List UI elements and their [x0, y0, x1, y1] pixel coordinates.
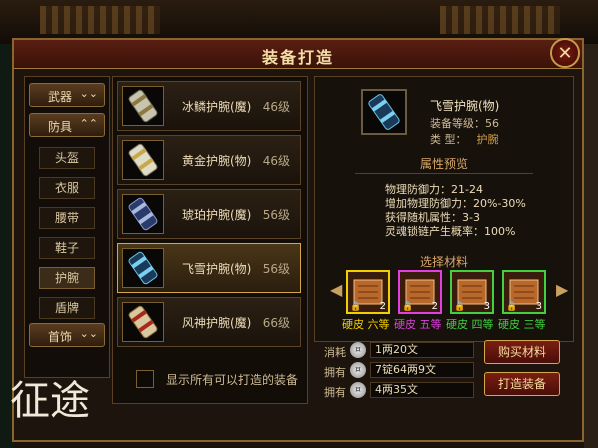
item-name: 飞雪护腕(物) [182, 262, 252, 276]
category-label: 武器 [48, 90, 73, 104]
material-label: 硬皮 五等 [394, 318, 442, 331]
subcategory-shoes[interactable]: 鞋子 [39, 237, 95, 259]
item-level: 46级 [262, 154, 290, 168]
subcategory-shield[interactable]: 盾牌 [39, 297, 95, 319]
chevron-down-icon: ⌄⌄ [79, 327, 98, 340]
category-accessory-button[interactable]: 首饰 ⌄⌄ [29, 323, 105, 347]
window-title: 装备打造 [261, 48, 334, 67]
owned-key: 拥有 [324, 386, 346, 399]
cost-value: 1两20文 [370, 342, 474, 358]
lock-icon: 🔒 [350, 302, 362, 312]
lock-icon: 🔒 [454, 302, 466, 312]
subcategory-helmet[interactable]: 头盔 [39, 147, 95, 169]
item-level: 56级 [262, 208, 290, 222]
detail-item-level: 装备等级：56 [430, 117, 499, 130]
show-all-label: 显示所有可以打造的装备 [166, 373, 299, 387]
show-all-toggle[interactable]: 显示所有可以打造的装备 [136, 368, 306, 390]
item-level: 46级 [262, 100, 290, 114]
item-name: 黄金护腕(物) [182, 154, 252, 168]
material-label: 硬皮 六等 [342, 318, 390, 331]
stat-line: 灵魂锁链产生概率：100% [385, 225, 516, 238]
bracer-icon [122, 86, 164, 126]
owned-value: 4两35文 [370, 382, 474, 398]
material-label: 硬皮 四等 [446, 318, 494, 331]
item-name: 琥珀护腕(魔) [182, 208, 252, 222]
lock-icon: 🔒 [506, 302, 518, 312]
item-row-selected[interactable]: 飞雪护腕(物) 56级 [117, 243, 301, 293]
item-name: 冰鳞护腕(魔) [182, 100, 252, 114]
material-count: 3 [483, 301, 490, 312]
chevron-down-icon: ⌄⌄ [79, 87, 98, 100]
category-label: 首饰 [48, 330, 73, 344]
arrow-right-icon[interactable]: ▶ [556, 280, 568, 299]
material-count: 2 [431, 301, 438, 312]
item-level: 66级 [262, 316, 290, 330]
selected-bracer-icon [361, 89, 407, 135]
silver-coin-icon: ¤ [350, 362, 366, 378]
material-slot[interactable]: 🔒 2 [346, 270, 390, 314]
chevron-up-icon: ⌃⌃ [79, 117, 98, 130]
owned-row: 拥有 ¤ 4两35文 [324, 382, 474, 400]
attribute-preview-title: 属性预览 [419, 157, 468, 171]
category-weapon-button[interactable]: 武器 ⌄⌄ [29, 83, 105, 107]
type-key: 类 型： [430, 133, 467, 146]
cost-row: 消耗 ¤ 1两20文 [324, 342, 474, 360]
category-label: 防具 [48, 120, 73, 134]
arrow-left-icon[interactable]: ◀ [330, 280, 342, 299]
right-background-strip [584, 44, 598, 448]
close-button[interactable]: ✕ [550, 38, 580, 68]
category-panel: 武器 ⌄⌄ 防具 ⌃⌃ 头盔 衣服 腰带 鞋子 护腕 盾牌 首饰 ⌄⌄ [24, 76, 110, 378]
show-all-checkbox[interactable] [136, 370, 154, 388]
equipment-crafting-window: 装备打造 ✕ 武器 ⌄⌄ 防具 ⌃⌃ 头盔 衣服 腰带 鞋子 护腕 盾牌 首饰 … [12, 38, 584, 442]
item-level: 56级 [262, 262, 290, 276]
item-row[interactable]: 琥珀护腕(魔) 56级 [117, 189, 301, 239]
bracer-icon [122, 248, 164, 288]
owned-key: 拥有 [324, 366, 346, 379]
materials-title: 选择材料 [419, 255, 468, 269]
item-row[interactable]: 黄金护腕(物) 46级 [117, 135, 301, 185]
lock-icon: 🔒 [402, 302, 414, 312]
subcategory-clothes[interactable]: 衣服 [39, 177, 95, 199]
bracer-icon [122, 302, 164, 342]
material-label: 硬皮 三等 [498, 318, 546, 331]
detail-item-type: 类 型： 护腕 [430, 131, 499, 147]
type-value: 护腕 [476, 133, 499, 146]
detail-item-name: 飞雪护腕(物) [430, 99, 500, 113]
bracer-icon [122, 140, 164, 180]
owned-row: 拥有 ¤ 7锭64两9文 [324, 362, 474, 380]
material-count: 3 [535, 301, 542, 312]
game-logo: 征途 [10, 378, 90, 424]
top-ornament-left [40, 6, 160, 34]
title-bar: 装备打造 [14, 40, 582, 69]
item-row[interactable]: 冰鳞护腕(魔) 46级 [117, 81, 301, 131]
silver-coin-icon: ¤ [350, 382, 366, 398]
category-armor-button[interactable]: 防具 ⌃⌃ [29, 113, 105, 137]
buy-materials-button[interactable]: 购买材料 [484, 340, 560, 364]
material-slot[interactable]: 🔒 2 [398, 270, 442, 314]
subcategory-bracer[interactable]: 护腕 [39, 267, 95, 289]
subcategory-belt[interactable]: 腰带 [39, 207, 95, 229]
craft-equipment-button[interactable]: 打造装备 [484, 372, 560, 396]
owned-value: 7锭64两9文 [370, 362, 474, 378]
material-slot[interactable]: 🔒 3 [450, 270, 494, 314]
bracer-icon [122, 194, 164, 234]
cost-key: 消耗 [324, 346, 346, 359]
divider [355, 173, 533, 174]
top-ornament-right [440, 6, 560, 34]
item-name: 风神护腕(魔) [182, 316, 252, 330]
material-count: 2 [379, 301, 386, 312]
item-row[interactable]: 风神护腕(魔) 66级 [117, 297, 301, 347]
item-list-panel: 冰鳞护腕(魔) 46级 黄金护腕(物) 46级 琥珀护腕(魔) 56级 飞雪护腕… [112, 76, 308, 404]
material-slot[interactable]: 🔒 3 [502, 270, 546, 314]
silver-coin-icon: ¤ [350, 342, 366, 358]
